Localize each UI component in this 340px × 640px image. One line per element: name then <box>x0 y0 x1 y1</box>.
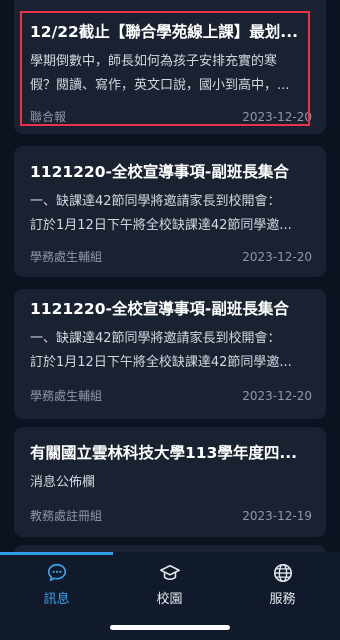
app-screen: 12/22截止【聯合學苑線上課】最划... 學期倒數中，師長如何為孩子安排充實的… <box>0 0 340 640</box>
tab-messages[interactable]: 訊息 <box>0 562 113 612</box>
news-card-body: 消息公佈欄 <box>30 471 312 495</box>
news-card[interactable]: 12/22截止【聯合學苑線上課】最划... 學期倒數中，師長如何為孩子安排充實的… <box>14 0 326 134</box>
tab-label: 訊息 <box>43 592 70 607</box>
news-card-date: 2023-12-19 <box>242 509 312 523</box>
news-card-body: 一、缺課達42節同學將邀請家長到校開會： 訂於1月12日下午將全校缺課達42節同… <box>30 327 312 375</box>
news-card-title: 有關國立雲林科技大學113學年度四... <box>30 444 298 462</box>
graduation-cap-icon <box>113 562 226 584</box>
home-indicator <box>110 625 230 630</box>
tab-services[interactable]: 服務 <box>226 562 339 612</box>
active-tab-indicator <box>0 552 113 555</box>
news-card-date: 2023-12-20 <box>242 250 312 264</box>
news-card-body-line: 訂於1月12日下午將全校缺課達42節同學邀... <box>30 218 292 233</box>
news-card-body-line: 訂於1月12日下午將全校缺課達42節同學邀... <box>30 355 292 370</box>
news-card-body-line: 一、缺課達42節同學將邀請家長到校開會： <box>30 194 281 209</box>
news-card-title: 1121220-全校宣導事項-副班長集合 <box>30 163 289 181</box>
news-card-source: 學務處生輔組 <box>30 250 103 264</box>
news-card-body-line: 一、缺課達42節同學將邀請家長到校開會： <box>30 331 281 346</box>
tab-label: 校園 <box>156 592 183 607</box>
news-card[interactable]: 有關國立雲林科技大學113學年度四... 消息公佈欄 教務處註冊組 2023-1… <box>14 427 326 537</box>
tab-campus[interactable]: 校園 <box>113 562 226 612</box>
news-card-source: 教務處註冊組 <box>30 509 103 523</box>
news-card-source: 聯合報 <box>30 110 67 124</box>
news-card-source: 學務處生輔組 <box>30 389 103 403</box>
news-card-title: 1121220-全校宣導事項-副班長集合 <box>30 300 289 318</box>
chat-bubble-icon <box>0 562 113 584</box>
news-card[interactable]: 1121220-全校宣導事項-副班長集合 一、缺課達42節同學將邀請家長到校開會… <box>14 289 326 419</box>
globe-icon <box>226 562 339 584</box>
news-card-body: 一、缺課達42節同學將邀請家長到校開會： 訂於1月12日下午將全校缺課達42節同… <box>30 190 312 238</box>
news-card-date: 2023-12-20 <box>242 110 312 124</box>
news-card-date: 2023-12-20 <box>242 389 312 403</box>
news-card[interactable]: 1121220-全校宣導事項-副班長集合 一、缺課達42節同學將邀請家長到校開會… <box>14 146 326 277</box>
news-card-body-line: 消息公佈欄 <box>30 475 96 490</box>
news-card-body-line: 假？閱讀、寫作，英文口說，國小到高中，... <box>30 78 290 93</box>
news-card-body-line: 學期倒數中，師長如何為孩子安排充實的寒 <box>30 54 278 69</box>
tab-label: 服務 <box>269 592 296 607</box>
news-card-body: 學期倒數中，師長如何為孩子安排充實的寒 假？閱讀、寫作，英文口說，國小到高中，.… <box>30 50 312 98</box>
news-card-title: 12/22截止【聯合學苑線上課】最划... <box>30 23 298 41</box>
